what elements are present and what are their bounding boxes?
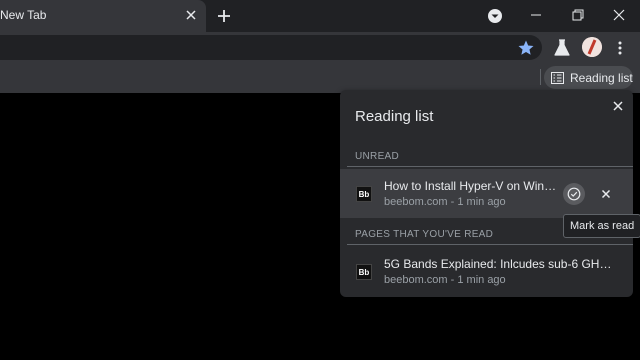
tab-close-icon[interactable] [183,7,199,23]
tab-title: New Tab [0,8,47,22]
panel-title: Reading list [355,108,434,125]
tooltip: Mark as read [563,214,640,238]
new-tab-plus-icon[interactable] [214,6,234,26]
panel-close-icon[interactable] [610,98,626,114]
item-title: How to Install Hyper-V on Wind… [384,179,558,193]
section-divider [347,166,633,167]
menu-kebab-icon[interactable] [615,40,625,56]
section-header-read: PAGES THAT YOU'VE READ [355,229,494,240]
item-meta: beebom.com - 1 min ago [384,274,506,286]
item-title: 5G Bands Explained: Inlcudes sub-6 GHz … [384,257,612,271]
address-bar[interactable] [0,35,542,60]
labs-flask-icon[interactable] [554,39,570,57]
restore-icon[interactable] [557,0,599,30]
minimize-icon[interactable] [515,0,557,30]
reading-list-icon [551,71,564,84]
toolbar-divider [540,69,541,85]
section-header-unread: UNREAD [355,151,400,162]
list-item-unread[interactable] [340,169,633,218]
remove-item-icon[interactable] [598,186,614,202]
window-close-icon[interactable] [598,0,640,30]
site-favicon-icon: Bb [356,186,372,202]
reading-list-button-label: Reading list [570,70,633,85]
bookmark-star-icon[interactable] [517,39,535,57]
list-item-read[interactable] [340,247,633,296]
tab-search-icon[interactable] [487,8,503,24]
avatar[interactable] [582,37,602,57]
mark-as-read-button[interactable] [563,183,585,205]
item-meta: beebom.com - 1 min ago [384,196,506,208]
section-divider [347,244,633,245]
site-favicon-icon: Bb [356,264,372,280]
reading-list-button[interactable]: Reading list [544,66,633,89]
